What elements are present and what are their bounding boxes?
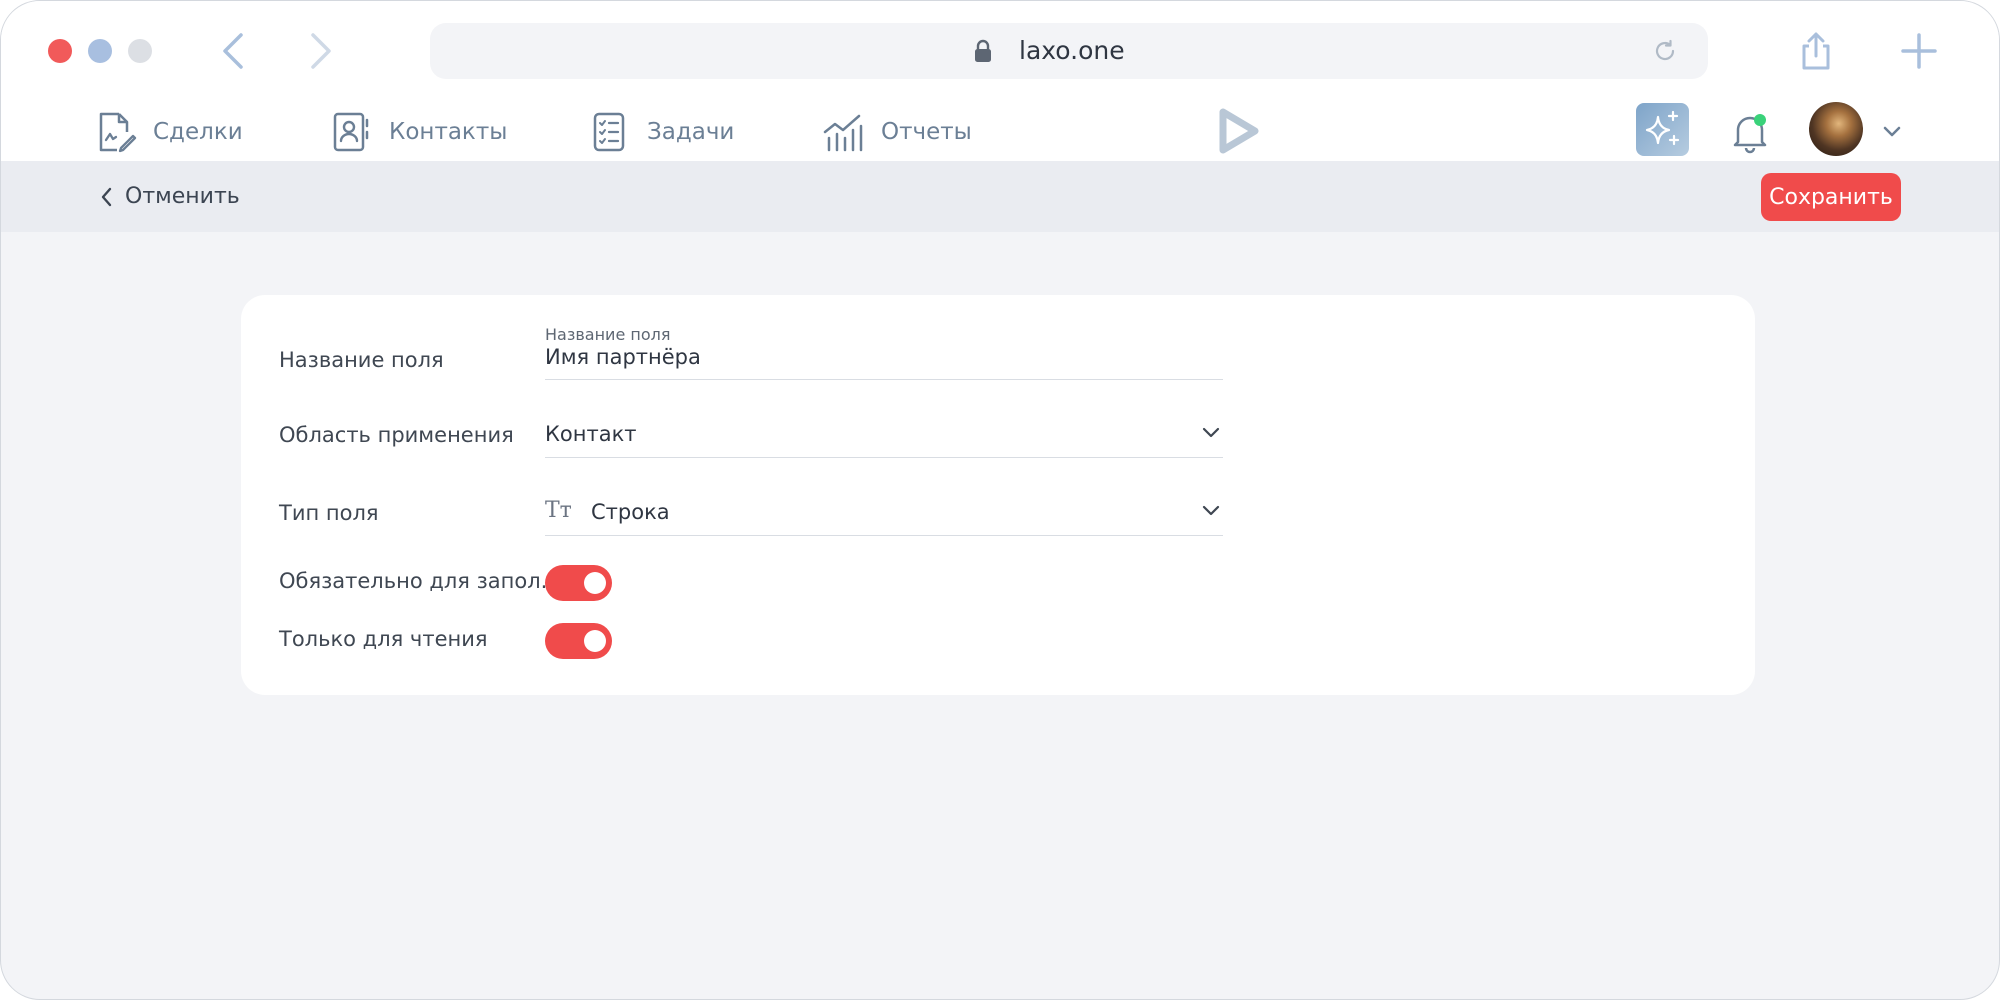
app-navigation: Сделки Контакты Задачи Отчеты <box>1 102 1999 161</box>
nav-item-reports[interactable]: Отчеты <box>821 102 972 161</box>
ai-assistant-button[interactable] <box>1636 103 1689 156</box>
scope-value: Контакт <box>545 422 637 446</box>
required-toggle[interactable] <box>545 565 612 601</box>
cancel-label: Отменить <box>125 184 240 209</box>
contacts-book-icon <box>333 112 369 151</box>
browser-toolbar: laxo.one <box>1 1 1999 102</box>
toggle-knob <box>584 572 606 594</box>
reload-icon[interactable] <box>1652 38 1678 64</box>
browser-window: laxo.one Сделки Контакты Задачи Отчеты О… <box>0 0 2000 1000</box>
maximize-window-button[interactable] <box>128 39 152 63</box>
share-icon[interactable] <box>1798 31 1834 71</box>
scope-label: Область применения <box>279 423 514 447</box>
minimize-window-button[interactable] <box>88 39 112 63</box>
notifications-bell-icon[interactable] <box>1730 110 1770 154</box>
address-bar[interactable]: laxo.one <box>430 23 1708 79</box>
nav-item-label: Задачи <box>647 118 735 145</box>
chevron-down-icon <box>1202 427 1220 438</box>
nav-item-deals[interactable]: Сделки <box>93 102 243 161</box>
field-name-label: Название поля <box>279 348 444 372</box>
field-type-select[interactable]: Tт Строка <box>545 485 1223 536</box>
toggle-knob <box>584 630 606 652</box>
readonly-toggle[interactable] <box>545 623 612 659</box>
reports-chart-icon <box>823 114 863 151</box>
url-text: laxo.one <box>1019 36 1125 65</box>
nav-item-label: Контакты <box>389 118 508 145</box>
new-tab-plus-icon[interactable] <box>1901 33 1937 69</box>
field-name-input[interactable]: Имя партнёра <box>545 343 1223 380</box>
chevron-down-icon <box>1202 505 1220 516</box>
required-label: Обязательно для запол... <box>279 569 561 593</box>
cancel-button[interactable]: Отменить <box>99 161 240 232</box>
tasks-checklist-icon <box>593 112 625 151</box>
nav-item-contacts[interactable]: Контакты <box>329 102 507 161</box>
close-window-button[interactable] <box>48 39 72 63</box>
sparkles-icon <box>1645 110 1680 146</box>
field-type-value: Строка <box>591 500 670 524</box>
nav-item-label: Отчеты <box>881 118 972 145</box>
app-logo-icon[interactable] <box>1213 106 1263 156</box>
nav-item-label: Сделки <box>153 118 243 145</box>
field-settings-card: Название поля Название поля Имя партнёра… <box>241 295 1755 695</box>
back-arrow-icon[interactable] <box>213 29 253 73</box>
field-type-label: Тип поля <box>279 501 379 525</box>
field-name-value: Имя партнёра <box>545 345 701 369</box>
user-avatar[interactable] <box>1809 102 1863 156</box>
scope-select[interactable]: Контакт <box>545 407 1223 458</box>
action-bar: Отменить Сохранить <box>1 161 1999 232</box>
chevron-left-icon <box>101 187 112 206</box>
chevron-down-icon[interactable] <box>1881 120 1903 142</box>
notification-dot <box>1754 114 1766 126</box>
nav-item-tasks[interactable]: Задачи <box>587 102 734 161</box>
save-button[interactable]: Сохранить <box>1761 173 1901 221</box>
forward-arrow-icon[interactable] <box>301 29 341 73</box>
text-type-icon: Tт <box>545 498 572 523</box>
readonly-label: Только для чтения <box>279 627 488 651</box>
deals-document-icon <box>99 112 137 152</box>
field-name-floating-label: Название поля <box>545 325 671 344</box>
lock-icon <box>975 39 991 62</box>
